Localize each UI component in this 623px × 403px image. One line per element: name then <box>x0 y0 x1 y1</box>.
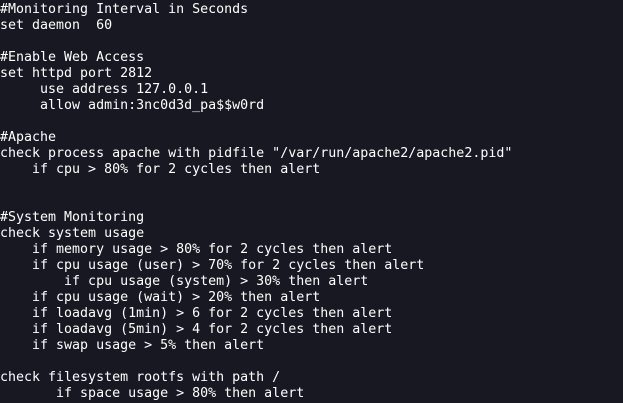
terminal-line: check system usage <box>0 226 145 241</box>
terminal-line: if cpu usage (user) > 70% for 2 cycles t… <box>0 258 425 273</box>
terminal-line: if space usage > 80% then alert <box>0 386 305 401</box>
terminal-line: if loadavg (1min) > 6 for 2 cycles then … <box>0 306 393 321</box>
terminal-line: #System Monitoring <box>0 210 145 225</box>
terminal-window[interactable]: #Monitoring Interval in Seconds set daem… <box>0 0 623 403</box>
terminal-line: if cpu usage (system) > 30% then alert <box>0 274 369 289</box>
terminal-line: #Apache <box>0 130 57 145</box>
terminal-line: if memory usage > 80% for 2 cycles then … <box>0 242 393 257</box>
terminal-line: use address 127.0.0.1 <box>0 82 209 97</box>
terminal-line: #Monitoring Interval in Seconds <box>0 2 249 17</box>
terminal-line: allow admin:3nc0d3d_pa$$w0rd <box>0 98 265 113</box>
terminal-line: if loadavg (5min) > 4 for 2 cycles then … <box>0 322 393 337</box>
terminal-line: if cpu > 80% for 2 cycles then alert <box>0 162 321 177</box>
terminal-line: if cpu usage (wait) > 20% then alert <box>0 290 321 305</box>
terminal-line: set daemon 60 <box>0 18 113 33</box>
terminal-line: check process apache with pidfile "/var/… <box>0 146 513 161</box>
terminal-line: if swap usage > 5% then alert <box>0 338 265 353</box>
terminal-line: set httpd port 2812 <box>0 66 153 81</box>
terminal-line: #Enable Web Access <box>0 50 145 65</box>
terminal-line: check filesystem rootfs with path / <box>0 370 281 385</box>
